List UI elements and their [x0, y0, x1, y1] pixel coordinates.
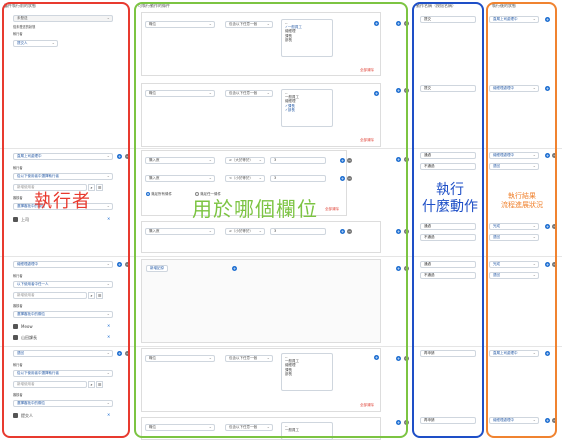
- action-highlight-box: [412, 2, 484, 438]
- result-highlight-box: [486, 2, 557, 438]
- annotation-field: 用於哪個欄位: [192, 197, 318, 221]
- annotation-result: 執行結果 流程進展狀況: [501, 192, 543, 209]
- executor-highlight-box: [2, 2, 130, 438]
- annotation-executor: 執行者: [34, 191, 91, 212]
- annotation-action: 執行 什麼動作: [422, 182, 478, 215]
